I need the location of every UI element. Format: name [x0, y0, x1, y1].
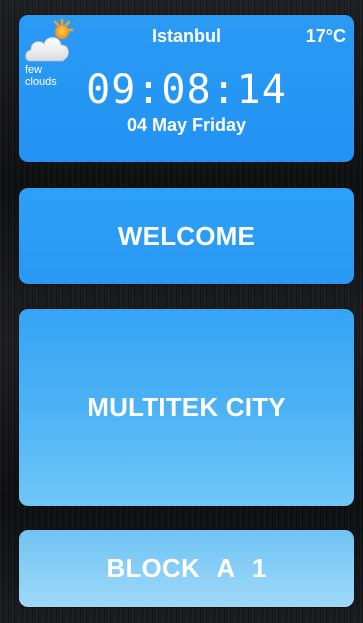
block-a-button[interactable]: BLOCK A 1	[19, 530, 354, 607]
city-name: Istanbul	[151, 26, 221, 46]
digital-clock: 09:08:14	[86, 67, 287, 113]
welcome-button[interactable]: WELCOME	[19, 188, 354, 284]
multitek-city-button[interactable]: MULTITEK CITY	[19, 309, 354, 506]
block-a-label: BLOCK A 1	[106, 553, 267, 583]
date-text: 04 May Friday	[126, 115, 247, 135]
multitek-city-label: MULTITEK CITY	[87, 392, 286, 422]
welcome-label: WELCOME	[117, 220, 256, 251]
temperature: 17°C	[305, 26, 346, 46]
app-screen: { "weather": { "icon": "few-clouds-icon"…	[0, 0, 363, 623]
weather-card: few clouds Istanbul 17°C 09:08:14 04 May…	[19, 15, 354, 162]
